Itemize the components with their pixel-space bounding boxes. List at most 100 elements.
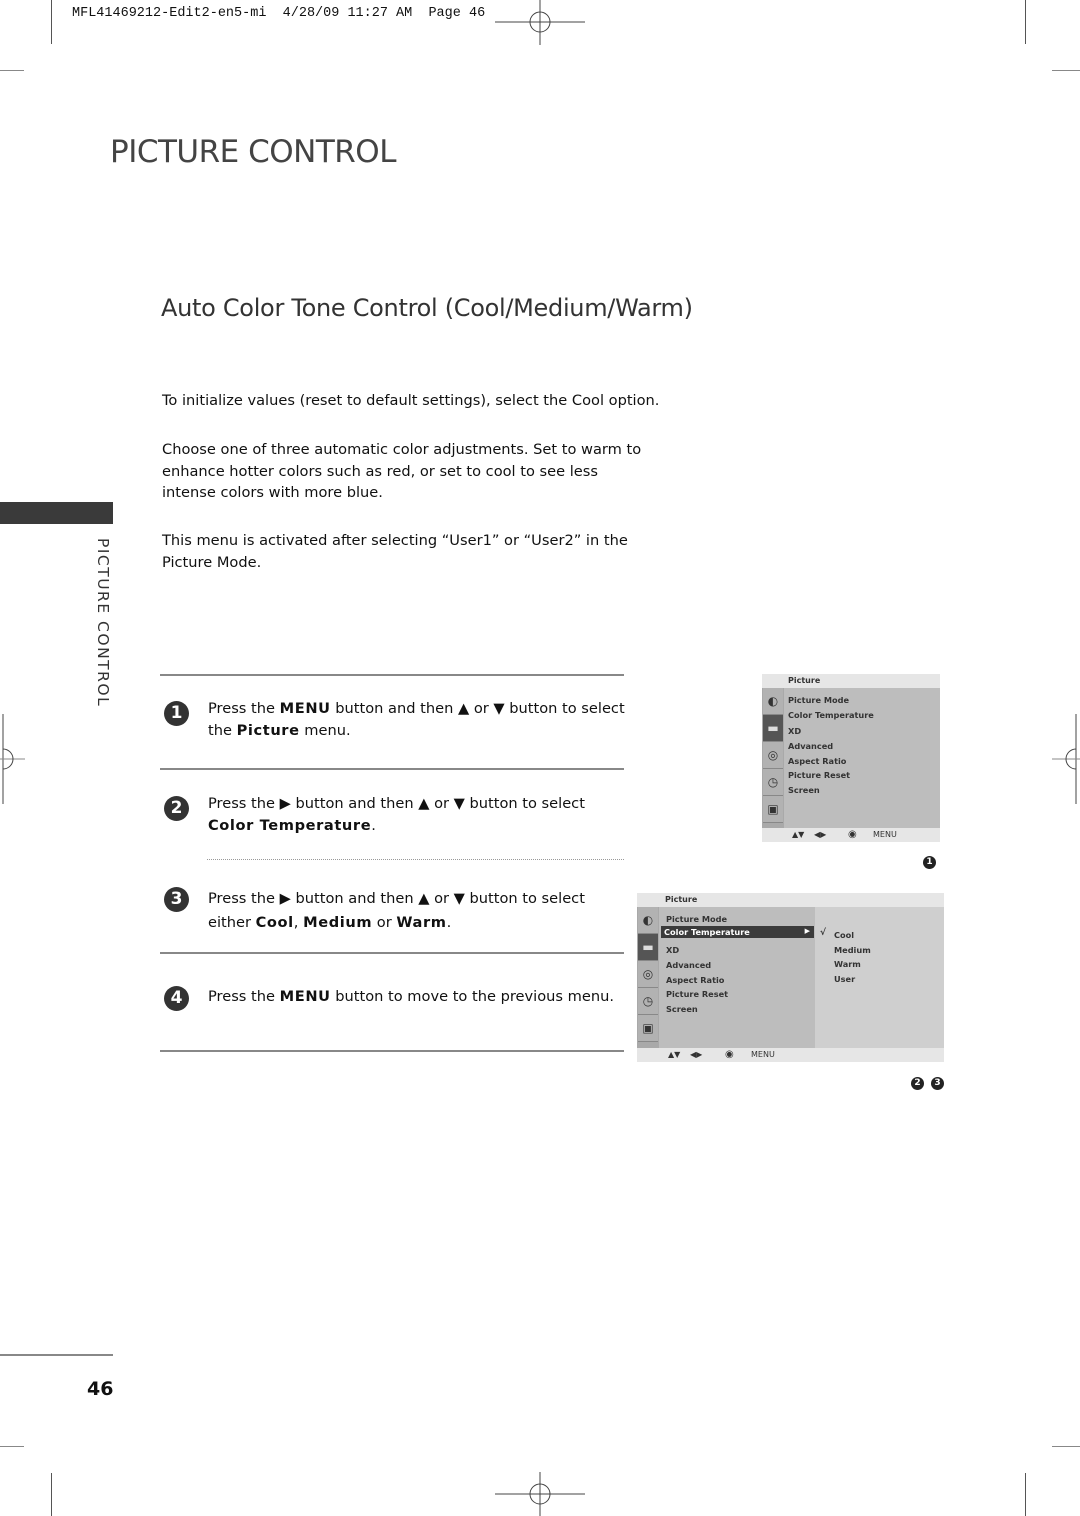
step-text: Press the ▶ button and then ▲ or ▼ butto… bbox=[208, 887, 588, 935]
osd-menu-item[interactable]: Picture Mode bbox=[788, 695, 849, 705]
updown-arrows-icon: ▲▼ bbox=[792, 830, 805, 839]
step-keyword: Picture bbox=[236, 722, 300, 739]
crop-mark bbox=[1052, 1446, 1080, 1447]
osd-menu-item[interactable]: Picture Reset bbox=[666, 989, 728, 999]
page-title: PICTURE CONTROL bbox=[110, 134, 396, 170]
print-slug: MFL41469212-Edit2-en5-mi 4/28/09 11:27 A… bbox=[72, 6, 486, 21]
side-section-label: PICTURE CONTROL bbox=[94, 538, 112, 708]
crop-mark bbox=[1025, 0, 1026, 44]
osd-menu-item[interactable]: XD bbox=[788, 726, 801, 736]
crop-mark bbox=[1052, 70, 1080, 71]
registration-mark-icon bbox=[495, 1472, 585, 1516]
step-text-part: Press the ▶ button and then ▲ or ▼ butto… bbox=[208, 795, 585, 812]
step-keyword: Color Temperature bbox=[208, 817, 372, 834]
picture-icon[interactable]: ◐ bbox=[763, 688, 783, 715]
osd-option[interactable]: Cool bbox=[834, 930, 854, 940]
intro-paragraph: To initialize values (reset to default s… bbox=[162, 392, 660, 409]
picture-icon[interactable]: ◐ bbox=[638, 907, 658, 934]
osd-header-title: Picture bbox=[665, 895, 698, 904]
submenu-arrow-icon: ▶ bbox=[804, 927, 810, 935]
menu-label: MENU bbox=[751, 1050, 775, 1059]
step-text: Press the MENU button and then ▲ or ▼ bu… bbox=[208, 698, 628, 742]
screen-icon[interactable]: ▬ bbox=[638, 934, 658, 961]
step-text: Press the ▶ button and then ▲ or ▼ butto… bbox=[208, 793, 588, 837]
crop-mark bbox=[0, 70, 24, 71]
osd-menu-item[interactable]: Advanced bbox=[788, 741, 833, 751]
leftright-arrows-icon: ◀▶ bbox=[690, 1050, 703, 1059]
osd-header: Picture bbox=[762, 674, 940, 688]
osd-menu-item[interactable]: Aspect Ratio bbox=[666, 975, 724, 985]
time-icon[interactable]: ◷ bbox=[638, 988, 658, 1015]
intro-paragraph: This menu is activated after selecting “… bbox=[162, 532, 628, 571]
audio-icon[interactable]: ◎ bbox=[763, 742, 783, 769]
step-text-part: button to move to the previous menu. bbox=[330, 988, 614, 1005]
step-marker: 1 bbox=[923, 856, 936, 869]
updown-arrows-icon: ▲▼ bbox=[668, 1050, 681, 1059]
step-text-part: or bbox=[372, 914, 397, 931]
page-number: 46 bbox=[87, 1378, 114, 1400]
crop-mark bbox=[1025, 1473, 1026, 1516]
step-number: 3 bbox=[164, 887, 189, 912]
osd-menu-item[interactable]: Picture Mode bbox=[666, 914, 727, 924]
dotted-divider bbox=[207, 859, 624, 860]
osd-menu-item[interactable]: Advanced bbox=[666, 960, 711, 970]
audio-icon[interactable]: ◎ bbox=[638, 961, 658, 988]
osd-header-title: Picture bbox=[788, 676, 821, 685]
divider bbox=[160, 674, 624, 676]
crop-mark bbox=[51, 1473, 52, 1516]
osd-footer: ▲▼ ◀▶ ◉ MENU bbox=[762, 828, 940, 842]
divider bbox=[160, 768, 624, 770]
osd-option[interactable]: Medium bbox=[834, 945, 871, 955]
osd-menu-item-label: Color Temperature bbox=[664, 927, 750, 937]
registration-mark-icon bbox=[495, 0, 585, 45]
osd-menu-item[interactable]: Aspect Ratio bbox=[788, 756, 846, 766]
osd-header: Picture bbox=[637, 893, 944, 907]
ok-button-icon: ◉ bbox=[848, 829, 857, 840]
step-keyword: MENU bbox=[279, 988, 331, 1005]
step-text-part: menu. bbox=[299, 722, 351, 739]
time-icon[interactable]: ◷ bbox=[763, 769, 783, 796]
step-text: Press the MENU button to move to the pre… bbox=[208, 986, 628, 1008]
osd-option[interactable]: Warm bbox=[834, 959, 861, 969]
crop-mark bbox=[0, 1446, 24, 1447]
step-keyword: MENU bbox=[279, 700, 331, 717]
step-text-part: . bbox=[446, 914, 452, 931]
osd-icon-column: ◐ ▬ ◎ ◷ ▣ bbox=[762, 688, 784, 828]
osd-menu-item[interactable]: Color Temperature bbox=[788, 710, 874, 720]
step-marker: 2 bbox=[911, 1077, 924, 1090]
screen-icon[interactable]: ▬ bbox=[763, 715, 783, 742]
intro-paragraph: Choose one of three automatic color adju… bbox=[162, 441, 642, 501]
divider bbox=[160, 1050, 624, 1052]
osd-picture-menu: Picture ◐ ▬ ◎ ◷ ▣ Picture Mode Color Tem… bbox=[762, 674, 940, 842]
osd-menu-item[interactable]: Screen bbox=[666, 1004, 698, 1014]
menu-label: MENU bbox=[873, 830, 897, 839]
osd-footer: ▲▼ ◀▶ ◉ MENU bbox=[637, 1048, 944, 1062]
osd-option[interactable]: User bbox=[834, 974, 855, 984]
ok-button-icon: ◉ bbox=[725, 1049, 734, 1060]
osd-menu-item[interactable]: Screen bbox=[788, 785, 820, 795]
step-text-part: . bbox=[371, 817, 376, 834]
osd-color-temperature-menu: Picture ◐ ▬ ◎ ◷ ▣ Picture Mode Color Tem… bbox=[637, 893, 944, 1062]
step-number: 1 bbox=[164, 701, 189, 726]
lock-icon[interactable]: ▣ bbox=[638, 1015, 658, 1042]
step-text-part: Press the bbox=[208, 700, 280, 717]
osd-icon-column: ◐ ▬ ◎ ◷ ▣ bbox=[637, 907, 659, 1048]
osd-menu-item[interactable]: Picture Reset bbox=[788, 770, 850, 780]
check-mark-icon: √ bbox=[820, 928, 827, 938]
osd-menu-item-selected[interactable]: Color Temperature ▶ bbox=[661, 926, 814, 938]
osd-menu-item[interactable]: XD bbox=[666, 945, 679, 955]
footer-rule bbox=[0, 1354, 113, 1356]
step-keyword: Cool bbox=[255, 914, 294, 931]
step-marker: 3 bbox=[931, 1077, 944, 1090]
section-title: Auto Color Tone Control (Cool/Medium/War… bbox=[161, 294, 693, 322]
section-tab bbox=[0, 502, 113, 524]
step-keyword: Medium bbox=[303, 914, 373, 931]
crop-mark bbox=[51, 0, 52, 44]
step-keyword: Warm bbox=[396, 914, 447, 931]
registration-mark-icon bbox=[0, 714, 25, 804]
divider bbox=[160, 952, 624, 954]
step-number: 2 bbox=[164, 796, 189, 821]
step-number: 4 bbox=[164, 986, 189, 1011]
lock-icon[interactable]: ▣ bbox=[763, 796, 783, 823]
leftright-arrows-icon: ◀▶ bbox=[814, 830, 827, 839]
